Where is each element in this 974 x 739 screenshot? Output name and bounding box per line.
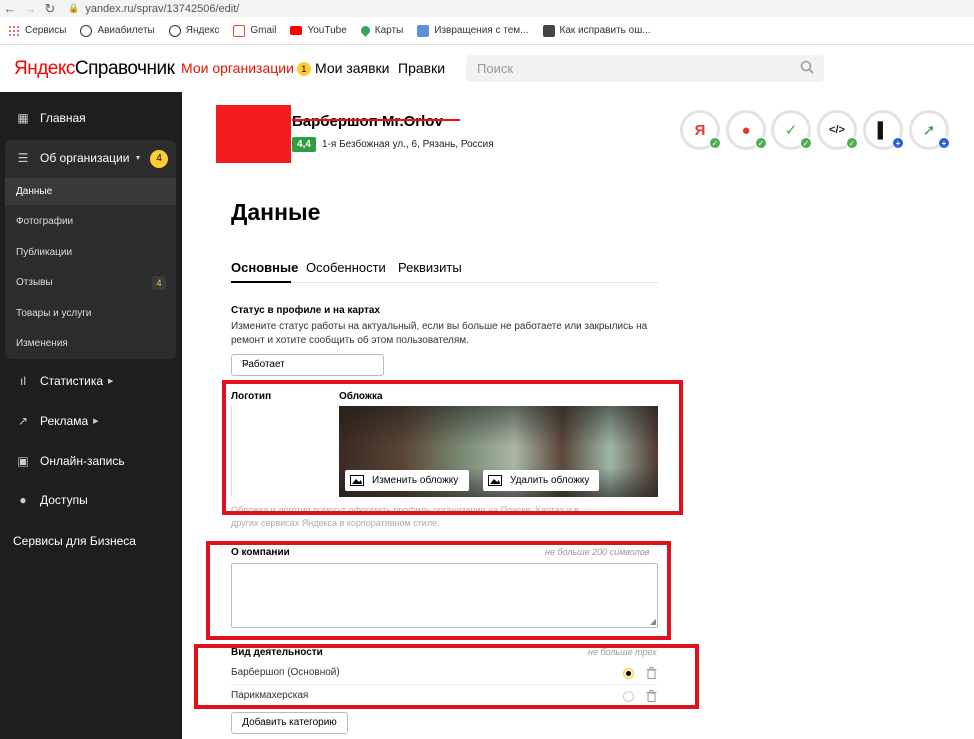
nav-my-organizations[interactable]: Мои организации 1: [181, 60, 311, 77]
tab-features[interactable]: Особенности: [306, 260, 386, 275]
status-desc-line1: Измените статус работы на актуальный, ес…: [231, 321, 648, 332]
grid-icon: ▦: [17, 111, 29, 125]
yandex-spravochnik-logo[interactable]: ЯндексСправочник: [14, 58, 175, 80]
service-code[interactable]: </> ✓: [817, 110, 858, 150]
service-maps[interactable]: ● ✓: [726, 110, 767, 150]
bar-chart-icon: ıl: [20, 374, 26, 388]
globe-icon: [80, 24, 93, 37]
maps-pin-icon: [358, 24, 372, 37]
trend-icon: ↗: [17, 414, 29, 428]
user-icon: ●: [19, 493, 27, 507]
search-icon[interactable]: [800, 60, 814, 74]
back-icon[interactable]: ←: [0, 1, 20, 16]
service-promo[interactable]: ➚ +: [909, 110, 950, 150]
status-select[interactable]: Работает ⌄: [231, 354, 384, 376]
sidebar-item-data[interactable]: Данные: [5, 178, 176, 205]
service-check[interactable]: ✓ ✓: [771, 110, 812, 150]
app-header: ЯндексСправочник Мои организации 1 Мои за…: [0, 45, 974, 92]
bookmark-aviabilety[interactable]: Авиабилеты: [80, 24, 155, 37]
bookmark-services[interactable]: Сервисы: [8, 24, 66, 37]
sidebar-item-booking[interactable]: ▣ Онлайн-запись: [16, 454, 124, 468]
code-icon: </>: [829, 124, 845, 136]
arrow-up-icon: ➚: [922, 122, 936, 139]
service-zen[interactable]: ▌ +: [863, 110, 904, 150]
bookmarks-bar: Сервисы Авиабилеты Яндекс Gmail YouTube …: [0, 17, 974, 45]
url-field[interactable]: 🔒 yandex.ru/sprav/13742506/edit/: [68, 3, 239, 15]
youtube-icon: [290, 26, 303, 35]
service-yandex[interactable]: Я ✓: [680, 110, 721, 150]
sidebar-item-reviews[interactable]: Отзывы: [16, 277, 53, 288]
rating-badge: 4,4: [292, 137, 316, 152]
zen-icon: ▌: [877, 121, 889, 139]
bookmark-gmail[interactable]: Gmail: [233, 24, 276, 37]
bookmark-izvrashcheniya[interactable]: Извращения с тем...: [417, 24, 529, 37]
reload-icon[interactable]: ↻: [40, 1, 60, 17]
search-placeholder: Поиск: [477, 61, 514, 76]
apps-grid-icon: [8, 24, 20, 37]
bookmark-maps[interactable]: Карты: [358, 24, 403, 37]
tabs-divider: [231, 282, 658, 283]
sidebar-item-about[interactable]: ☰ Об организации ▼: [16, 151, 142, 165]
globe-icon: [168, 24, 181, 37]
maps-pin-icon: ●: [741, 121, 751, 139]
orgs-count-badge: 1: [296, 62, 311, 77]
check-service-icon: ✓: [784, 122, 798, 139]
chevron-right-icon: ▶: [93, 418, 99, 425]
reviews-count-badge: 4: [152, 276, 166, 290]
check-badge-icon: ✓: [755, 137, 767, 149]
chevron-down-icon: ⌄: [242, 358, 251, 369]
sidebar-item-business-services[interactable]: Сервисы для Бизнеса: [13, 534, 136, 548]
sidebar-item-statistics[interactable]: ıl Статистика ▶: [16, 374, 113, 388]
status-label: Статус в профиле и на картах: [231, 305, 380, 316]
chevron-down-icon: ▼: [134, 154, 142, 162]
browser-address-bar: ← → ↻ 🔒 yandex.ru/sprav/13742506/edit/: [0, 0, 974, 17]
chevron-right-icon: ▶: [108, 378, 114, 385]
tab-active-indicator: [231, 281, 291, 283]
sidebar-item-changes[interactable]: Изменения: [16, 338, 68, 349]
redacted-logo-block: [216, 105, 291, 163]
bookmark-youtube[interactable]: YouTube: [290, 25, 347, 36]
status-desc-line2: ремонт и хотите сообщить об этом пользов…: [231, 335, 469, 346]
site-icon: [542, 24, 555, 37]
sidebar-item-posts[interactable]: Публикации: [16, 247, 72, 258]
bookmark-yandex[interactable]: Яндекс: [168, 24, 219, 37]
list-icon: ☰: [17, 151, 29, 165]
yandex-icon: Я: [694, 121, 706, 139]
tab-requisites[interactable]: Реквизиты: [398, 260, 462, 275]
check-badge-icon: ✓: [709, 137, 721, 149]
redaction-strike: [292, 119, 460, 121]
plus-badge-icon: +: [938, 137, 950, 149]
check-badge-icon: ✓: [800, 137, 812, 149]
sidebar-item-home[interactable]: ▦ Главная: [16, 111, 85, 125]
highlight-box-activity: [194, 644, 699, 709]
tab-main[interactable]: Основные: [231, 260, 298, 275]
lock-icon: 🔒: [68, 3, 80, 13]
calendar-icon: ▣: [17, 454, 29, 468]
sidebar-item-access[interactable]: ● Доступы: [16, 493, 87, 507]
sidebar-item-ads[interactable]: ↗ Реклама ▶: [16, 414, 99, 428]
url-text: yandex.ru/sprav/13742506/edit/: [85, 2, 240, 15]
sidebar-item-goods[interactable]: Товары и услуги: [16, 308, 92, 319]
nav-my-requests[interactable]: Мои заявки: [315, 60, 389, 76]
forward-icon[interactable]: →: [20, 1, 40, 16]
page-title: Данные: [231, 199, 321, 225]
site-icon: [417, 24, 430, 37]
sidebar-item-photos[interactable]: Фотографии: [16, 216, 73, 227]
highlight-box-about: [206, 541, 671, 640]
highlight-box-media: [222, 380, 683, 515]
organization-name: Барбершоп Mr.Orlov: [292, 113, 443, 130]
about-count-badge: 4: [150, 150, 168, 168]
organization-address: 1-я Безбожная ул., 6, Рязань, Россия: [322, 139, 494, 150]
media-hint-line2: других сервисах Яндекса в корпоративном …: [231, 518, 440, 528]
check-badge-icon: ✓: [846, 137, 858, 149]
search-input[interactable]: Поиск: [466, 55, 824, 82]
nav-edits[interactable]: Правки: [398, 60, 445, 76]
gmail-icon: [233, 24, 246, 37]
add-category-button[interactable]: Добавить категорию: [231, 712, 348, 734]
sidebar: ▦ Главная ☰ Об организации ▼ 4 Данные Фотог…: [0, 92, 182, 739]
bookmark-kak-ispravit[interactable]: Как исправить ош...: [542, 24, 651, 37]
plus-badge-icon: +: [892, 137, 904, 149]
